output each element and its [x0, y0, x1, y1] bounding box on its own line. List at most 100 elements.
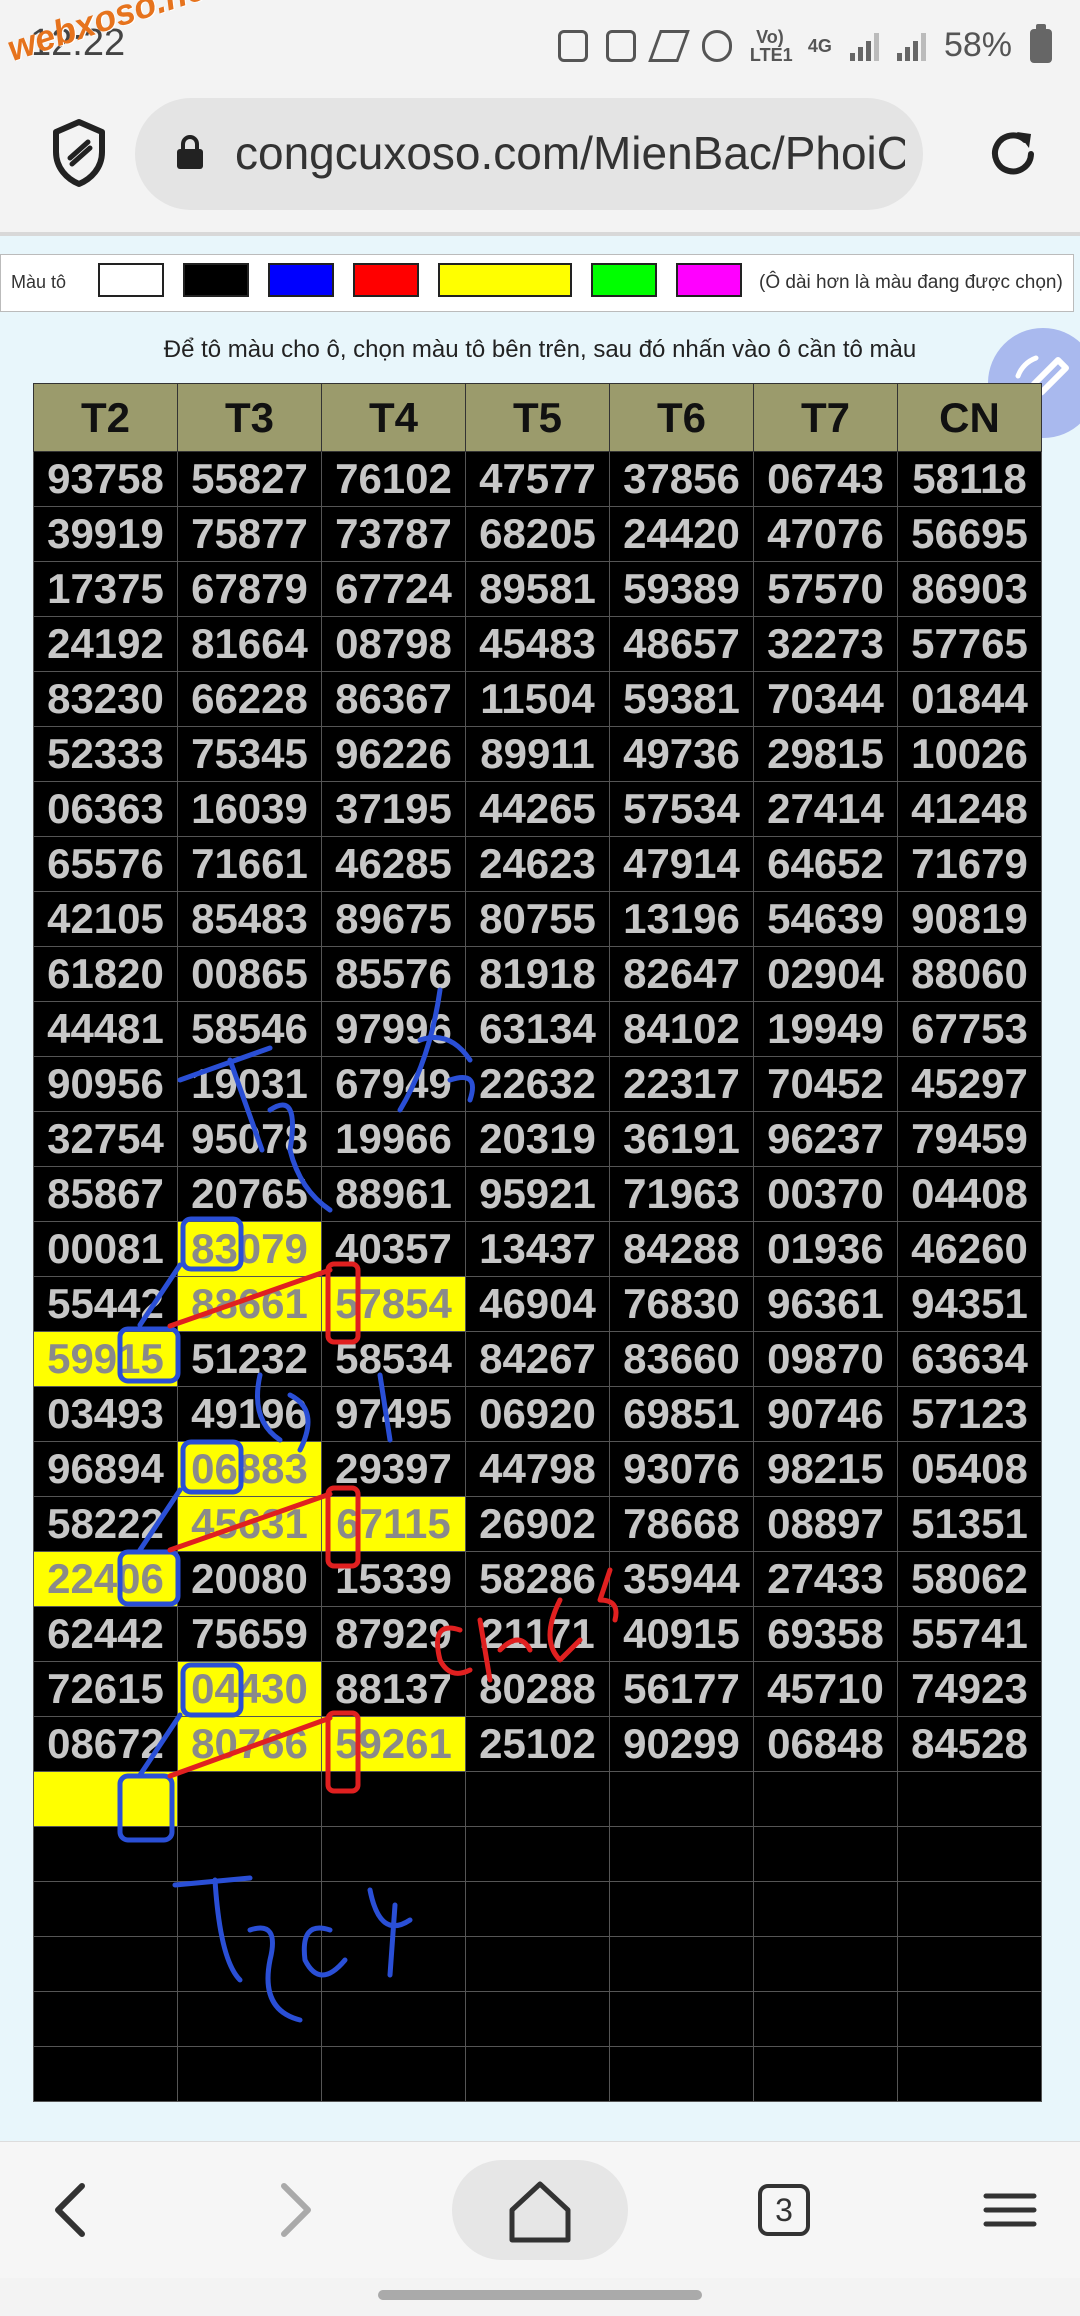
- number-cell[interactable]: 89675: [321, 891, 466, 947]
- number-cell[interactable]: 93076: [609, 1441, 754, 1497]
- number-cell[interactable]: 13437: [465, 1221, 610, 1277]
- number-cell[interactable]: 35944: [609, 1551, 754, 1607]
- number-cell[interactable]: [609, 1826, 754, 1882]
- number-cell[interactable]: 78668: [609, 1496, 754, 1552]
- number-cell[interactable]: 19966: [321, 1111, 466, 1167]
- number-cell[interactable]: 84288: [609, 1221, 754, 1277]
- number-cell[interactable]: 44798: [465, 1441, 610, 1497]
- number-cell[interactable]: 27433: [753, 1551, 898, 1607]
- number-cell[interactable]: 81664: [177, 616, 322, 672]
- number-cell[interactable]: 22317: [609, 1056, 754, 1112]
- number-cell[interactable]: 46285: [321, 836, 466, 892]
- number-cell[interactable]: 75877: [177, 506, 322, 562]
- number-cell[interactable]: 85576: [321, 946, 466, 1002]
- address-bar[interactable]: congcuxoso.com/MienBac/PhoiCa: [135, 98, 923, 210]
- number-cell[interactable]: 00865: [177, 946, 322, 1002]
- number-cell[interactable]: [897, 1881, 1042, 1937]
- number-cell[interactable]: 44265: [465, 781, 610, 837]
- number-cell[interactable]: 48657: [609, 616, 754, 672]
- number-cell[interactable]: 41248: [897, 781, 1042, 837]
- number-cell[interactable]: 32273: [753, 616, 898, 672]
- number-cell[interactable]: 15339: [321, 1551, 466, 1607]
- number-cell[interactable]: 16039: [177, 781, 322, 837]
- number-cell[interactable]: 42105: [33, 891, 178, 947]
- number-cell[interactable]: [753, 1991, 898, 2047]
- number-cell[interactable]: 59381: [609, 671, 754, 727]
- number-cell[interactable]: [753, 1826, 898, 1882]
- number-cell[interactable]: 45483: [465, 616, 610, 672]
- number-cell[interactable]: 57570: [753, 561, 898, 617]
- number-cell[interactable]: 20080: [177, 1551, 322, 1607]
- number-cell[interactable]: 88661: [177, 1276, 322, 1332]
- number-cell[interactable]: 08897: [753, 1496, 898, 1552]
- number-cell[interactable]: [753, 1881, 898, 1937]
- number-cell[interactable]: 94351: [897, 1276, 1042, 1332]
- number-cell[interactable]: [465, 2046, 610, 2102]
- color-swatch-blue[interactable]: [268, 263, 334, 297]
- number-cell[interactable]: 57123: [897, 1386, 1042, 1442]
- number-cell[interactable]: 24623: [465, 836, 610, 892]
- number-cell[interactable]: [177, 1826, 322, 1882]
- number-cell[interactable]: 58286: [465, 1551, 610, 1607]
- number-cell[interactable]: 95921: [465, 1166, 610, 1222]
- number-cell[interactable]: 74923: [897, 1661, 1042, 1717]
- number-cell[interactable]: 89581: [465, 561, 610, 617]
- number-cell[interactable]: 69358: [753, 1606, 898, 1662]
- number-cell[interactable]: 87929: [321, 1606, 466, 1662]
- number-cell[interactable]: 90746: [753, 1386, 898, 1442]
- number-cell[interactable]: 06363: [33, 781, 178, 837]
- number-cell[interactable]: 83230: [33, 671, 178, 727]
- number-cell[interactable]: 56177: [609, 1661, 754, 1717]
- number-cell[interactable]: [609, 1936, 754, 1992]
- number-cell[interactable]: 76102: [321, 451, 466, 507]
- number-cell[interactable]: 67724: [321, 561, 466, 617]
- number-cell[interactable]: [33, 1881, 178, 1937]
- number-cell[interactable]: 04430: [177, 1661, 322, 1717]
- number-cell[interactable]: 40915: [609, 1606, 754, 1662]
- number-cell[interactable]: 64652: [753, 836, 898, 892]
- number-cell[interactable]: 01844: [897, 671, 1042, 727]
- number-cell[interactable]: 08672: [33, 1716, 178, 1772]
- number-cell[interactable]: 90956: [33, 1056, 178, 1112]
- number-cell[interactable]: 39919: [33, 506, 178, 562]
- number-cell[interactable]: [33, 2046, 178, 2102]
- number-cell[interactable]: [33, 1991, 178, 2047]
- number-cell[interactable]: 04408: [897, 1166, 1042, 1222]
- number-cell[interactable]: 19949: [753, 1001, 898, 1057]
- number-cell[interactable]: 51351: [897, 1496, 1042, 1552]
- url-text[interactable]: congcuxoso.com/MienBac/PhoiCa: [235, 126, 905, 180]
- number-cell[interactable]: [321, 2046, 466, 2102]
- forward-icon[interactable]: [266, 2142, 326, 2278]
- number-cell[interactable]: 58062: [897, 1551, 1042, 1607]
- number-cell[interactable]: 80766: [177, 1716, 322, 1772]
- number-cell[interactable]: 59261: [321, 1716, 466, 1772]
- tabs-button[interactable]: 3: [758, 2184, 810, 2236]
- number-cell[interactable]: [465, 1826, 610, 1882]
- number-cell[interactable]: 57534: [609, 781, 754, 837]
- home-button[interactable]: [452, 2160, 628, 2260]
- number-cell[interactable]: 63134: [465, 1001, 610, 1057]
- number-cell[interactable]: 81918: [465, 946, 610, 1002]
- number-cell[interactable]: [177, 1881, 322, 1937]
- number-cell[interactable]: 73787: [321, 506, 466, 562]
- number-cell[interactable]: 27414: [753, 781, 898, 837]
- number-cell[interactable]: 20319: [465, 1111, 610, 1167]
- number-cell[interactable]: 71679: [897, 836, 1042, 892]
- number-cell[interactable]: 98215: [753, 1441, 898, 1497]
- number-cell[interactable]: 45631: [177, 1496, 322, 1552]
- number-cell[interactable]: 44481: [33, 1001, 178, 1057]
- number-cell[interactable]: 40357: [321, 1221, 466, 1277]
- number-cell[interactable]: 82647: [609, 946, 754, 1002]
- number-cell[interactable]: 71661: [177, 836, 322, 892]
- number-cell[interactable]: 97495: [321, 1386, 466, 1442]
- number-cell[interactable]: 08798: [321, 616, 466, 672]
- number-cell[interactable]: 06920: [465, 1386, 610, 1442]
- number-cell[interactable]: 67949: [321, 1056, 466, 1112]
- number-cell[interactable]: 88137: [321, 1661, 466, 1717]
- number-cell[interactable]: [897, 1771, 1042, 1827]
- number-cell[interactable]: 47914: [609, 836, 754, 892]
- number-cell[interactable]: 88961: [321, 1166, 466, 1222]
- number-cell[interactable]: [897, 1936, 1042, 1992]
- number-cell[interactable]: 65576: [33, 836, 178, 892]
- number-cell[interactable]: 06848: [753, 1716, 898, 1772]
